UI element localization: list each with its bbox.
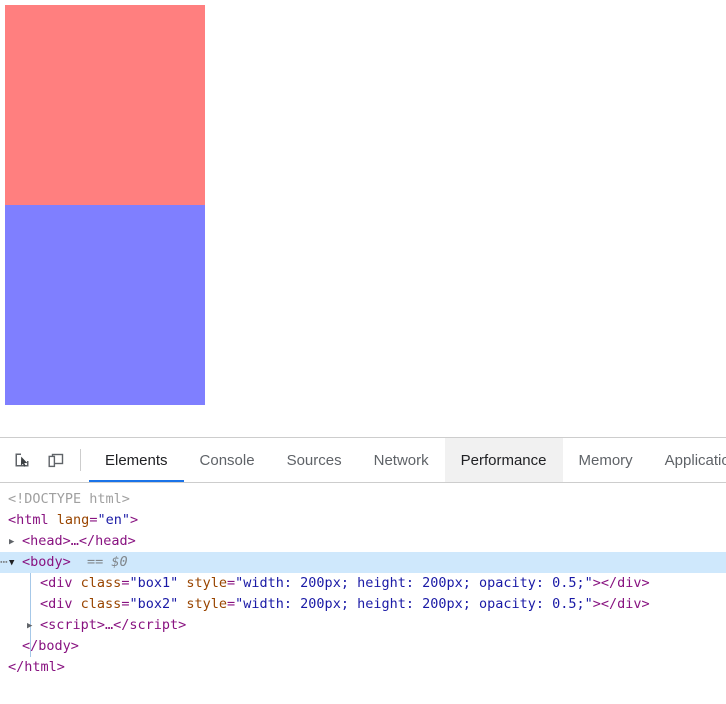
device-toolbar-icon[interactable] bbox=[42, 446, 70, 474]
div1-style-attr-name: style bbox=[186, 575, 228, 591]
body-close-text: </body> bbox=[22, 638, 79, 654]
div2-class-attr-value: "box2" bbox=[129, 596, 179, 612]
devtools-toolbar-icons bbox=[0, 438, 70, 482]
body-console-ref: == $0 bbox=[87, 554, 128, 570]
dom-node-body[interactable]: ⋯ ▼ <body> == $0 bbox=[0, 552, 726, 573]
div1-class-attr-name: class bbox=[80, 575, 122, 591]
box2-element[interactable] bbox=[5, 205, 205, 405]
device-toolbar-icon-glyph bbox=[48, 453, 64, 467]
tab-sources-label: Sources bbox=[286, 451, 342, 469]
tab-application[interactable]: Application bbox=[649, 438, 726, 482]
tab-network[interactable]: Network bbox=[358, 438, 445, 482]
dom-node-body-close[interactable]: </body> bbox=[0, 636, 726, 657]
div2-style-attr-value: "width: 200px; height: 200px; opacity: 0… bbox=[235, 596, 593, 612]
page-viewport bbox=[0, 0, 726, 437]
doctype-text: <!DOCTYPE html> bbox=[8, 491, 130, 507]
div1-style-attr-value: "width: 200px; height: 200px; opacity: 0… bbox=[235, 575, 593, 591]
tab-memory[interactable]: Memory bbox=[563, 438, 649, 482]
tab-sources[interactable]: Sources bbox=[271, 438, 358, 482]
tab-console[interactable]: Console bbox=[184, 438, 271, 482]
tab-elements-label: Elements bbox=[105, 451, 168, 469]
html-close-bracket: > bbox=[129, 512, 139, 528]
chevron-right-icon-script[interactable]: ▶ bbox=[27, 616, 37, 637]
dom-tree[interactable]: <!DOCTYPE html> <html lang="en"> ▶ <head>… bbox=[0, 483, 726, 704]
div2-close-text: ></div> bbox=[592, 596, 650, 612]
inspect-element-icon[interactable] bbox=[8, 446, 36, 474]
inspect-element-icon-glyph bbox=[15, 453, 28, 467]
dom-node-div-box1[interactable]: <div class="box1" style="width: 200px; h… bbox=[0, 573, 726, 594]
div1-open-bracket: < bbox=[40, 575, 49, 591]
page-body-content bbox=[5, 5, 205, 405]
dom-node-div-box2[interactable]: <div class="box2" style="width: 200px; h… bbox=[0, 594, 726, 615]
dom-node-html-close[interactable]: </html> bbox=[0, 657, 726, 678]
tab-elements[interactable]: Elements bbox=[89, 438, 184, 482]
script-node-text: <script>…</script> bbox=[40, 617, 187, 633]
div2-class-attr-name: class bbox=[80, 596, 122, 612]
html-tag-name: html bbox=[16, 512, 49, 528]
chevron-right-icon-head[interactable]: ▶ bbox=[9, 532, 19, 553]
div2-tag-name: div bbox=[48, 596, 73, 612]
html-open-bracket: < bbox=[8, 512, 17, 528]
toolbar-divider bbox=[80, 449, 81, 471]
head-node-text: <head>…</head> bbox=[22, 533, 136, 549]
overflow-dots-icon[interactable]: ⋯ bbox=[0, 552, 8, 573]
tab-network-label: Network bbox=[373, 451, 429, 469]
div1-close-text: ></div> bbox=[592, 575, 650, 591]
devtools-tab-bar: Elements Console Sources Network Perform… bbox=[89, 438, 726, 482]
chevron-down-icon-body[interactable]: ▼ bbox=[9, 553, 19, 574]
div1-tag-name: div bbox=[48, 575, 73, 591]
tab-console-label: Console bbox=[199, 451, 255, 469]
tab-memory-label: Memory bbox=[578, 451, 633, 469]
html-lang-attr-value: "en" bbox=[97, 512, 130, 528]
div2-style-attr-name: style bbox=[186, 596, 228, 612]
dom-node-head[interactable]: ▶ <head>…</head> bbox=[0, 531, 726, 552]
dom-node-html[interactable]: <html lang="en"> bbox=[0, 510, 726, 531]
div1-class-attr-value: "box1" bbox=[129, 575, 179, 591]
devtools-toolbar: Elements Console Sources Network Perform… bbox=[0, 438, 726, 483]
dom-node-script[interactable]: ▶ <script>…</script> bbox=[0, 615, 726, 636]
tab-application-label: Application bbox=[664, 451, 726, 469]
html-close-text: </html> bbox=[8, 659, 65, 675]
div2-open-bracket: < bbox=[40, 596, 49, 612]
devtools-panel: Elements Console Sources Network Perform… bbox=[0, 437, 726, 704]
tab-performance-label: Performance bbox=[460, 451, 547, 469]
box1-element[interactable] bbox=[5, 5, 205, 205]
dom-node-doctype[interactable]: <!DOCTYPE html> bbox=[0, 489, 726, 510]
body-node-text: <body> bbox=[22, 554, 71, 570]
tab-performance[interactable]: Performance bbox=[444, 438, 563, 482]
html-lang-attr-name: lang bbox=[56, 512, 90, 528]
